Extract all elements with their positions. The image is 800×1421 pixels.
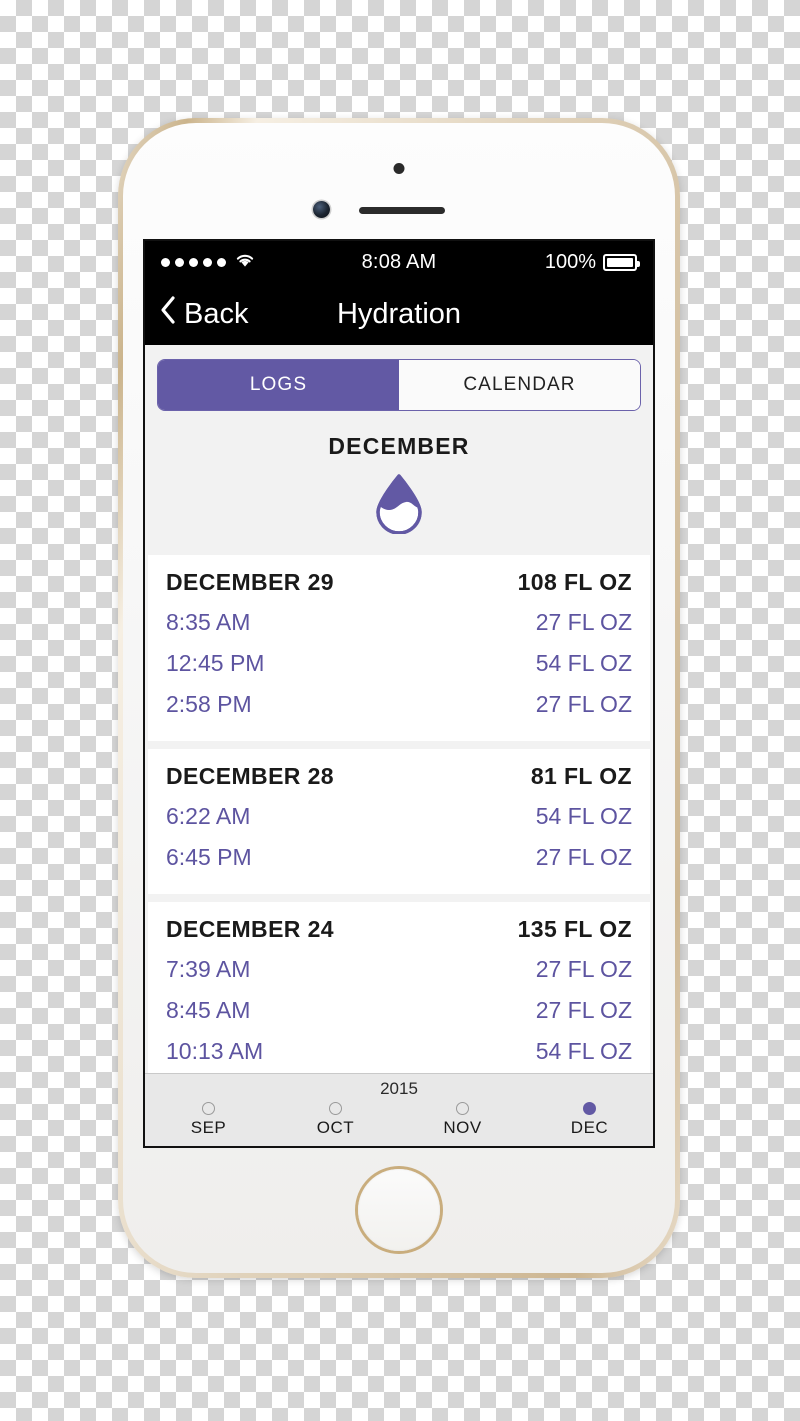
month-selector: SEP OCT NOV DEC: [145, 1102, 653, 1138]
log-entry-time: 6:45 PM: [166, 844, 252, 870]
month-item-sep[interactable]: SEP: [145, 1102, 272, 1138]
log-entry-time: 6:22 AM: [166, 803, 251, 829]
log-entry-row[interactable]: 8:35 AM 27 FL OZ: [166, 602, 632, 643]
chevron-left-icon: [159, 295, 176, 333]
month-label: SEP: [190, 1118, 227, 1137]
earpiece-speaker: [359, 207, 445, 214]
back-button[interactable]: Back: [159, 295, 248, 333]
proximity-sensor-icon: [393, 163, 405, 174]
month-item-nov[interactable]: NOV: [399, 1102, 526, 1138]
log-entry-row[interactable]: 8:45 AM 27 FL OZ: [166, 990, 632, 1031]
back-button-label: Back: [184, 297, 249, 330]
hydration-log-list[interactable]: DECEMBER 29 108 FL OZ 8:35 AM 27 FL OZ 12:45…: [145, 555, 653, 1073]
log-entry-time: 12:45 PM: [166, 650, 265, 676]
log-entry-row[interactable]: 12:45 PM 54 FL OZ: [166, 643, 632, 684]
droplet-icon-wrapper: [145, 472, 653, 539]
log-entry-time: 8:35 AM: [166, 609, 251, 635]
current-month-title: DECEMBER: [328, 433, 470, 459]
status-bar: 8:08 AM 100%: [145, 241, 653, 283]
log-entry-amount: 27 FL OZ: [535, 844, 632, 870]
log-card[interactable]: DECEMBER 24 135 FL OZ 7:39 AM 27 FL OZ 8:45 …: [148, 902, 650, 1073]
phone-screen: 8:08 AM 100% Back Hydration LOGS CALENDA…: [145, 241, 653, 1146]
content-area: LOGS CALENDAR DECEMBER DECEMBER 29 108 F…: [145, 345, 653, 1146]
log-entry-time: 10:13 AM: [166, 1038, 264, 1064]
log-daily-total: 108 FL OZ: [517, 569, 632, 595]
segmented-control-wrapper: LOGS CALENDAR: [145, 345, 653, 411]
log-card[interactable]: DECEMBER 28 81 FL OZ 6:22 AM 54 FL OZ 6:45 P…: [148, 749, 650, 894]
log-card[interactable]: DECEMBER 29 108 FL OZ 8:35 AM 27 FL OZ 12:45…: [148, 555, 650, 741]
log-entry-row[interactable]: 6:22 AM 54 FL OZ: [166, 796, 632, 837]
month-label: NOV: [443, 1118, 482, 1137]
month-item-dec[interactable]: DEC: [526, 1102, 653, 1138]
log-entry-amount: 27 FL OZ: [535, 997, 632, 1023]
month-dot-icon: [329, 1102, 342, 1115]
tab-logs[interactable]: LOGS: [158, 360, 399, 410]
log-card-header: DECEMBER 28 81 FL OZ: [166, 763, 632, 790]
log-entry-time: 7:39 AM: [166, 956, 251, 982]
log-entry-amount: 54 FL OZ: [535, 1038, 632, 1064]
home-button[interactable]: [358, 1169, 440, 1251]
log-entry-row[interactable]: 10:13 AM 54 FL OZ: [166, 1031, 632, 1072]
log-entry-row[interactable]: 6:45 PM 27 FL OZ: [166, 837, 632, 878]
log-entry-row[interactable]: 2:58 PM 27 FL OZ: [166, 684, 632, 725]
month-label: DEC: [570, 1118, 609, 1137]
phone-body: 8:08 AM 100% Back Hydration LOGS CALENDA…: [123, 123, 675, 1273]
nav-bar: Back Hydration: [145, 283, 653, 345]
log-date: DECEMBER 29: [166, 569, 334, 595]
log-entry-amount: 27 FL OZ: [535, 609, 632, 635]
front-camera-icon: [313, 201, 330, 218]
month-dot-icon: [202, 1102, 215, 1115]
water-droplet-icon: [373, 472, 425, 539]
segmented-control: LOGS CALENDAR: [157, 359, 641, 411]
month-item-oct[interactable]: OCT: [272, 1102, 399, 1138]
log-entry-time: 8:45 AM: [166, 997, 251, 1023]
log-card-header: DECEMBER 29 108 FL OZ: [166, 569, 632, 596]
log-entry-amount: 54 FL OZ: [535, 650, 632, 676]
tab-calendar[interactable]: CALENDAR: [399, 360, 640, 410]
log-entry-row[interactable]: 7:39 AM 27 FL OZ: [166, 949, 632, 990]
log-card-header: DECEMBER 24 135 FL OZ: [166, 916, 632, 943]
log-daily-total: 81 FL OZ: [530, 763, 632, 789]
log-date: DECEMBER 28: [166, 763, 334, 789]
year-label: 2015: [380, 1079, 418, 1098]
log-entry-amount: 54 FL OZ: [535, 803, 632, 829]
status-battery-group: 100%: [544, 250, 640, 274]
month-dot-icon: [583, 1102, 596, 1115]
log-daily-total: 135 FL OZ: [517, 916, 632, 942]
phone-device: 8:08 AM 100% Back Hydration LOGS CALENDA…: [118, 118, 680, 1278]
log-entry-amount: 27 FL OZ: [535, 691, 632, 717]
month-dot-icon: [456, 1102, 469, 1115]
log-date: DECEMBER 24: [166, 916, 334, 942]
month-selector-bar: 2015 SEP OCT NOV DEC: [145, 1073, 653, 1146]
month-label: OCT: [316, 1118, 355, 1137]
log-entry-time: 2:58 PM: [166, 691, 252, 717]
battery-icon: [603, 253, 640, 271]
log-entry-amount: 27 FL OZ: [535, 956, 632, 982]
battery-percent-label: 100%: [544, 250, 596, 273]
